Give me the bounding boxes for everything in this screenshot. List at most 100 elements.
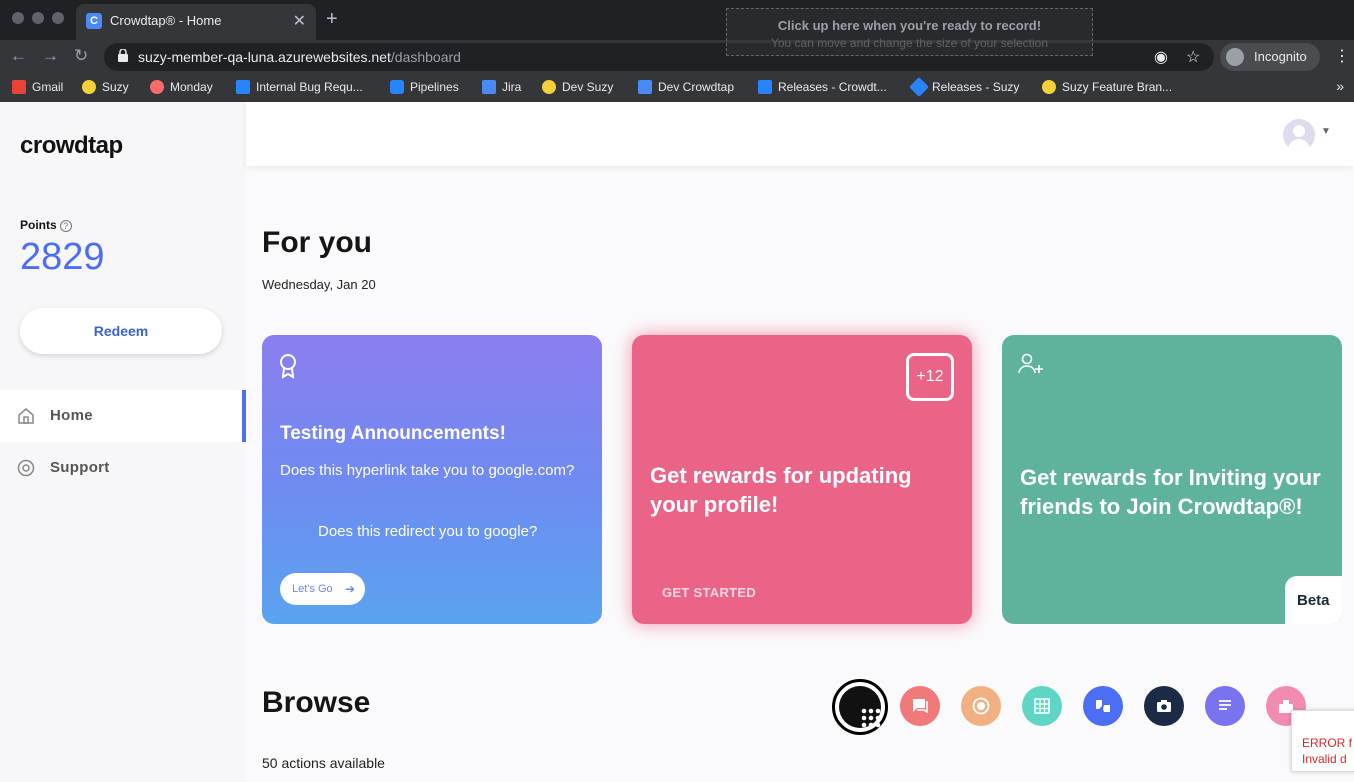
- table-icon: [1034, 698, 1050, 714]
- card-title: Testing Announcements!: [280, 423, 506, 444]
- date-label: Wednesday, Jan 20: [262, 277, 376, 292]
- bookmark-jira[interactable]: Jira: [482, 80, 521, 94]
- top-bar: ▼: [246, 102, 1354, 166]
- category-chat-button[interactable]: [900, 686, 940, 726]
- bookmarks-overflow-icon[interactable]: »: [1336, 78, 1344, 94]
- record-icon: [972, 697, 990, 715]
- chat-icon: [913, 699, 928, 714]
- bookmark-suzy-feature[interactable]: Suzy Feature Bran...: [1042, 80, 1172, 94]
- suzy-icon: [82, 80, 96, 94]
- card-title: Get rewards for updating your profile!: [650, 463, 912, 517]
- recorder-overlay[interactable]: Click up here when you're ready to recor…: [726, 8, 1093, 56]
- monday-icon: [150, 80, 164, 94]
- browser-toolbar: ← → ↻ suzy-member-qa-luna.azurewebsites.…: [0, 40, 1354, 74]
- app: crowdtap Points? 2829 Redeem Home Suppor…: [0, 102, 1354, 782]
- releases-icon: [758, 80, 772, 94]
- reload-icon[interactable]: ↻: [74, 46, 88, 66]
- text-icon: [1219, 700, 1231, 710]
- error-toast: ERROR f Invalid d: [1291, 710, 1354, 772]
- bookmark-releases-suzy[interactable]: Releases - Suzy: [909, 77, 1019, 97]
- avatar-head: [1293, 125, 1305, 137]
- recorder-hint: You can move and change the size of your…: [770, 36, 1049, 50]
- thumbs-icon: [1096, 700, 1110, 712]
- points-badge: +12: [906, 353, 954, 401]
- more-menu-icon[interactable]: ⋮: [1334, 46, 1350, 66]
- bookmark-dev-suzy[interactable]: Dev Suzy: [542, 80, 613, 94]
- suzy-icon: [1042, 80, 1056, 94]
- back-icon[interactable]: ←: [10, 46, 27, 66]
- crowdtap-icon: [638, 80, 652, 94]
- home-icon: [18, 408, 34, 424]
- lock-icon: [118, 49, 128, 62]
- category-table-button[interactable]: [1022, 686, 1062, 726]
- card-title: Get rewards for Inviting your friends to…: [1020, 465, 1321, 519]
- redeem-button[interactable]: Redeem: [20, 308, 222, 354]
- actions-count: 50 actions available: [262, 755, 385, 771]
- card-body-secondary[interactable]: Does this redirect you to google?: [318, 523, 537, 540]
- releases-icon: [909, 77, 929, 97]
- new-tab-icon[interactable]: +: [326, 8, 338, 31]
- gmail-icon: [12, 80, 26, 94]
- bookmark-pipelines[interactable]: Pipelines: [390, 80, 459, 94]
- page-title: For you: [262, 226, 372, 259]
- incognito-label: Incognito: [1254, 49, 1307, 64]
- incognito-icon: [1226, 48, 1244, 66]
- bookmark-gmail[interactable]: Gmail: [12, 80, 63, 94]
- eye-off-icon[interactable]: ◉: [1154, 47, 1168, 67]
- browser-tab-bar: C Crowdtap® - Home ✕ +: [0, 0, 1354, 40]
- main-content: ▼ For you Wednesday, Jan 20 Testing Anno…: [246, 102, 1354, 782]
- points-value: 2829: [20, 236, 105, 278]
- url-text: suzy-member-qa-luna.azurewebsites.net/da…: [138, 49, 461, 65]
- bookmark-releases-crowdtap[interactable]: Releases - Crowdt...: [758, 80, 887, 94]
- recorder-instruction: Click up here when you're ready to recor…: [777, 18, 1042, 33]
- award-icon: [280, 354, 296, 379]
- crowdtap-logo[interactable]: crowdtap: [20, 132, 123, 160]
- sidebar-item-support[interactable]: Support: [0, 442, 246, 494]
- camera-icon: [1157, 700, 1171, 712]
- card-body[interactable]: Does this hyperlink take you to google.c…: [280, 459, 580, 483]
- crowdtap-favicon-icon: C: [86, 13, 102, 29]
- category-text-button[interactable]: [1205, 686, 1245, 726]
- category-record-button[interactable]: [961, 686, 1001, 726]
- category-vote-button[interactable]: [1083, 686, 1123, 726]
- sidebar: crowdtap Points? 2829 Redeem Home Suppor…: [0, 102, 246, 782]
- announcement-card[interactable]: Testing Announcements! Does this hyperli…: [262, 335, 602, 624]
- points-label: Points?: [20, 218, 72, 232]
- jira-icon: [482, 80, 496, 94]
- window-maximize-dot[interactable]: [52, 12, 64, 24]
- browser-tab[interactable]: C Crowdtap® - Home ✕: [76, 4, 316, 40]
- beta-badge: Beta: [1285, 576, 1342, 624]
- sidebar-item-label: Home: [50, 407, 93, 424]
- support-icon: [17, 459, 35, 477]
- incognito-badge[interactable]: Incognito: [1220, 43, 1320, 71]
- bookmark-internal-bug[interactable]: Internal Bug Requ...: [236, 80, 363, 94]
- suzy-icon: [542, 80, 556, 94]
- category-photo-button[interactable]: [1144, 686, 1184, 726]
- bookmark-suzy[interactable]: Suzy: [82, 80, 129, 94]
- browse-title: Browse: [262, 686, 371, 719]
- add-user-icon: [1018, 353, 1043, 374]
- close-icon[interactable]: ✕: [293, 11, 306, 31]
- avatar-body: [1288, 139, 1310, 151]
- profile-rewards-card[interactable]: +12 Get rewards for updating your profil…: [632, 335, 972, 624]
- window-close-dot[interactable]: [12, 12, 24, 24]
- help-icon[interactable]: ?: [59, 220, 72, 232]
- bookmark-monday[interactable]: Monday: [150, 80, 213, 94]
- pipelines-icon: [390, 80, 404, 94]
- lets-go-button[interactable]: Let's Go ➔: [280, 573, 365, 605]
- bookmark-dev-crowdtap[interactable]: Dev Crowdtap: [638, 80, 734, 94]
- get-started-button[interactable]: GET STARTED: [662, 585, 756, 600]
- star-icon[interactable]: ☆: [1186, 47, 1200, 67]
- grid-icon: [839, 686, 881, 728]
- forward-icon[interactable]: →: [42, 46, 59, 66]
- invite-friends-card[interactable]: Get rewards for Inviting your friends to…: [1002, 335, 1342, 624]
- category-all-button[interactable]: [832, 679, 888, 735]
- window-minimize-dot[interactable]: [32, 12, 44, 24]
- sidebar-item-home[interactable]: Home: [0, 390, 246, 442]
- confluence-icon: [236, 80, 250, 94]
- arrow-right-icon: ➔: [344, 582, 355, 596]
- chevron-down-icon[interactable]: ▼: [1321, 126, 1331, 137]
- sidebar-item-label: Support: [50, 459, 110, 476]
- bookmarks-bar: Gmail Suzy Monday Internal Bug Requ... P…: [0, 74, 1354, 102]
- avatar[interactable]: [1283, 119, 1315, 151]
